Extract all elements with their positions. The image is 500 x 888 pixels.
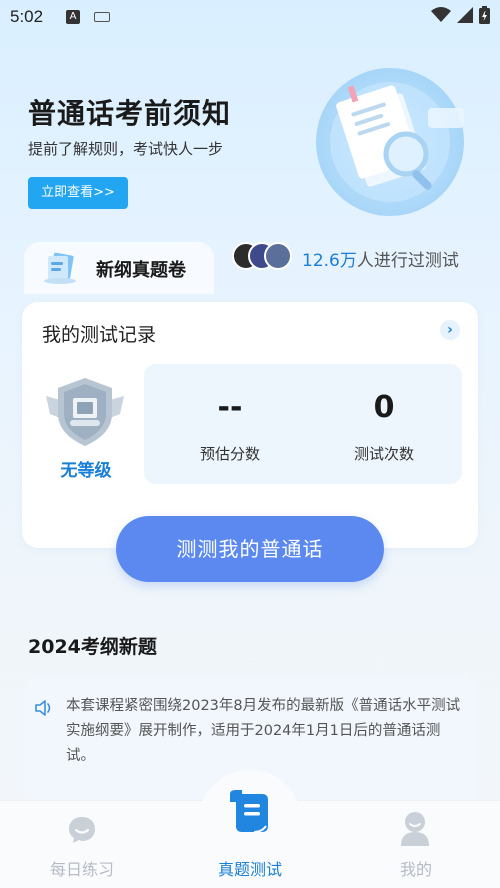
document-magnifier-illustration — [316, 68, 464, 216]
keyboard-icon — [94, 12, 110, 22]
estimated-score-value: -- — [217, 390, 243, 425]
status-time: 5:02 — [10, 7, 44, 26]
shield-badge-icon — [46, 378, 124, 446]
signal-icon — [457, 7, 473, 23]
view-now-button[interactable]: 立即查看>> — [28, 177, 128, 209]
participant-avatars — [232, 242, 292, 270]
test-count-label: 测试次数 — [353, 445, 414, 463]
estimated-score-label: 预估分数 — [199, 445, 260, 463]
participants-info: 12.6万人进行过测试 — [302, 246, 459, 271]
hero-subtitle: 提前了解规则，考试快人一步 — [28, 140, 224, 158]
test-record-title: 我的测试记录 — [42, 324, 157, 346]
hero-title: 普通话考前须知 — [28, 97, 232, 130]
accessibility-icon: A — [66, 10, 80, 24]
syllabus-description: 本套课程紧密围绕2023年8月发布的最新版《普通话水平测试实施纲要》展开制作，适… — [66, 698, 461, 764]
participants-count: 12.6万 — [302, 251, 357, 271]
user-icon[interactable] — [398, 810, 432, 846]
chat-bubble-icon[interactable] — [66, 814, 98, 846]
exam-paper-icon — [44, 252, 76, 284]
chevron-right-icon[interactable]: › — [440, 320, 460, 340]
nav-daily-practice[interactable]: 每日练习 — [32, 856, 132, 880]
nav-exam-test[interactable]: 真题测试 — [200, 856, 300, 880]
battery-icon — [479, 6, 490, 24]
start-test-button[interactable]: 测测我的普通话 — [116, 516, 384, 582]
status-indicators — [431, 6, 490, 24]
section-title: 2024考纲新题 — [28, 636, 157, 658]
test-count-value: 0 — [373, 390, 395, 425]
avatar — [264, 242, 292, 270]
level-label: 无等级 — [60, 461, 112, 481]
speaker-icon — [35, 700, 51, 716]
exam-tab-title: 新纲真题卷 — [96, 260, 186, 281]
scroll-icon[interactable] — [224, 786, 276, 838]
status-bar: 5:02 A — [0, 0, 500, 34]
wifi-icon — [431, 7, 451, 22]
participants-text: 人进行过测试 — [356, 251, 459, 271]
nav-mine[interactable]: 我的 — [366, 856, 466, 880]
